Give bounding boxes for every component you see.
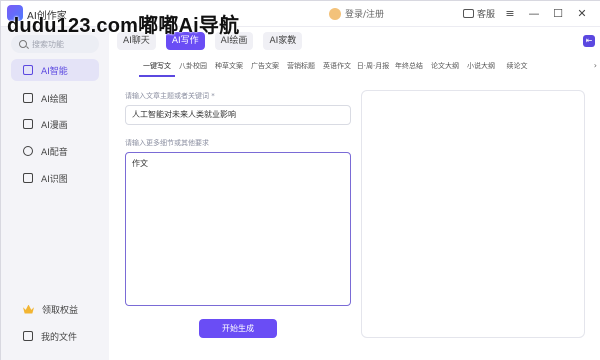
close-button[interactable]: ✕ (573, 5, 591, 23)
sidebar-item-ai-comic[interactable]: AI漫画 (11, 113, 99, 135)
sub-tab-year-summary[interactable]: 年终总结 (391, 61, 427, 77)
sidebar: 搜索功能 AI智能 AI绘图 AI漫画 AI配音 AI识图 领取权益 我的文件 (1, 27, 109, 360)
sidebar-item-claim-benefits[interactable]: 领取权益 (11, 298, 99, 320)
comic-icon (23, 119, 33, 129)
output-panel (361, 90, 585, 338)
chat-icon (23, 65, 33, 75)
tab-ai-tutor[interactable]: AI家教 (263, 32, 303, 50)
generate-button[interactable]: 开始生成 (199, 319, 277, 338)
sub-tab-reports[interactable]: 日·周·月报 (355, 61, 391, 77)
customer-service-label: 客服 (477, 10, 496, 20)
sidebar-item-label: AI配音 (41, 147, 68, 158)
sidebar-item-ai-recognize[interactable]: AI识图 (11, 167, 99, 189)
app-window: AI创作家 登录/注册 客服 ≡ — ☐ ✕ dudu123.com嘟嘟Ai导航… (0, 0, 600, 360)
sub-tab-one-click-write[interactable]: 一键写文 (139, 61, 175, 77)
search-placeholder: 搜索功能 (32, 39, 64, 49)
sidebar-item-ai-voice[interactable]: AI配音 (11, 140, 99, 162)
picture-icon (23, 173, 33, 183)
file-icon (23, 331, 33, 341)
message-icon (463, 9, 474, 18)
topic-input[interactable]: 人工智能对未来人类就业影响 (125, 105, 351, 125)
sub-tab-ad-copy[interactable]: 广告文案 (247, 61, 283, 77)
topic-label: 请输入文章主题或者关键词 * (125, 92, 215, 100)
avatar (329, 7, 341, 20)
vip-crown-icon (23, 304, 34, 314)
sidebar-item-ai-draw[interactable]: AI绘图 (11, 87, 99, 109)
sidebar-item-label: AI绘图 (41, 94, 68, 105)
menu-icon[interactable]: ≡ (501, 5, 519, 23)
sidebar-item-label: 我的文件 (41, 332, 78, 343)
sidebar-item-label: AI识图 (41, 174, 68, 185)
sub-tab-novel-outline[interactable]: 小说大纲 (463, 61, 499, 77)
chevron-right-icon[interactable]: › (594, 61, 597, 70)
sidebar-item-my-files[interactable]: 我的文件 (11, 325, 99, 347)
collapse-icon[interactable]: ⇤ (583, 35, 595, 47)
sidebar-item-label: AI智能 (41, 66, 68, 77)
customer-service-button[interactable]: 客服 (463, 7, 495, 20)
sub-tab-bar: 一键写文 八卦校园 种草文案 广告文案 营销标题 英语作文 日·周·月报 年终总… (139, 61, 535, 77)
detail-label: 请输入更多细节或其他要求 (125, 139, 209, 147)
sidebar-item-label: AI漫画 (41, 120, 68, 131)
sidebar-item-label: 领取权益 (42, 305, 79, 316)
main-panel: AI聊天 AI写作 AI绘画 AI家教 ⇤ 一键写文 八卦校园 种草文案 广告文… (109, 27, 600, 360)
detail-textarea[interactable]: 作文 (125, 152, 351, 306)
login-button[interactable]: 登录/注册 (329, 7, 384, 20)
watermark: dudu123.com嘟嘟Ai导航 (7, 15, 240, 37)
sub-tab-product-copy[interactable]: 种草文案 (211, 61, 247, 77)
sub-tab-paper-outline[interactable]: 论文大纲 (427, 61, 463, 77)
sub-tab-english-essay[interactable]: 英语作文 (319, 61, 355, 77)
sub-tab-continue-paper[interactable]: 续论文 (499, 61, 535, 77)
image-edit-icon (23, 93, 33, 103)
sub-tab-gossip[interactable]: 八卦校园 (175, 61, 211, 77)
search-icon (19, 40, 27, 48)
login-label: 登录/注册 (345, 10, 385, 20)
minimize-button[interactable]: — (525, 5, 543, 23)
maximize-button[interactable]: ☐ (549, 5, 567, 23)
sub-tab-marketing-title[interactable]: 营销标题 (283, 61, 319, 77)
sidebar-item-ai-smart[interactable]: AI智能 (11, 59, 99, 81)
voice-icon (23, 146, 33, 156)
